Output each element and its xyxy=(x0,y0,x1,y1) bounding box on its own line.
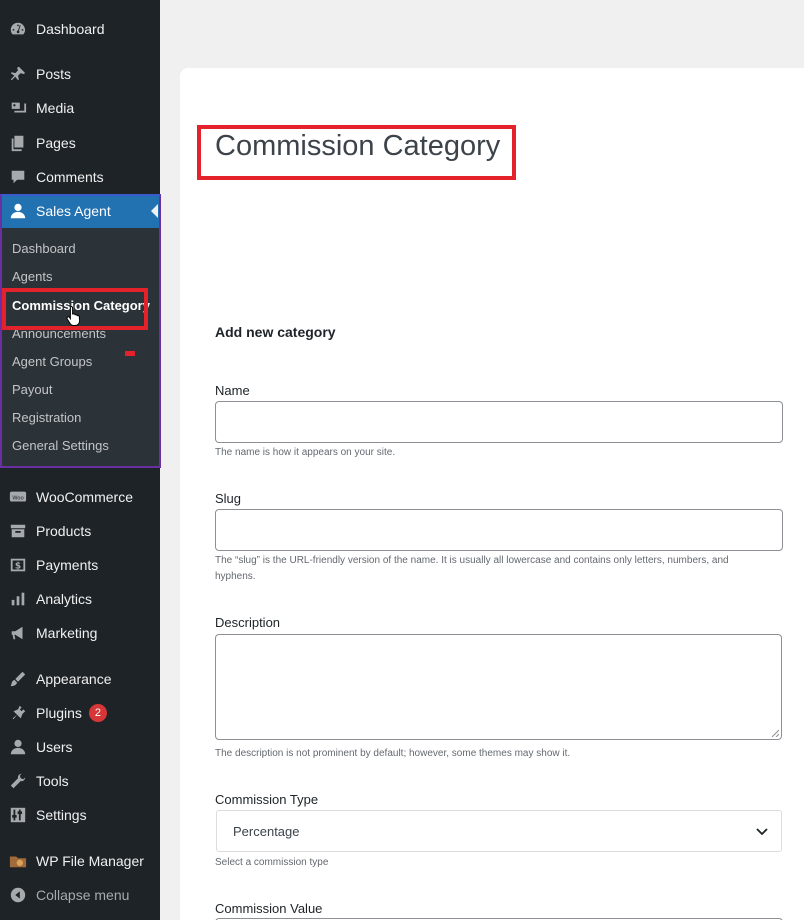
menu-media-label: Media xyxy=(36,100,75,116)
commission-value-label: Commission Value xyxy=(215,901,323,916)
menu-wp-file-manager[interactable]: WP File Manager xyxy=(0,844,160,878)
menu-users-label: Users xyxy=(36,739,73,755)
pages-icon xyxy=(0,134,36,152)
submenu-registration[interactable]: Registration xyxy=(12,410,81,425)
commission-type-label: Commission Type xyxy=(215,792,319,807)
wrench-icon xyxy=(0,772,36,790)
submenu-agent-groups[interactable]: Agent Groups xyxy=(12,354,92,369)
collapse-menu-label: Collapse menu xyxy=(36,887,130,903)
svg-text:$: $ xyxy=(15,562,21,572)
active-menu-arrow xyxy=(151,204,158,218)
menu-sales-agent[interactable]: Sales Agent xyxy=(0,194,160,228)
commission-type-selected-value: Percentage xyxy=(233,823,300,839)
submenu-agents[interactable]: Agents xyxy=(12,269,52,284)
submenu-payout[interactable]: Payout xyxy=(12,382,52,397)
menu-settings[interactable]: Settings xyxy=(0,798,160,832)
menu-woocommerce[interactable]: Woo WooCommerce xyxy=(0,480,160,514)
menu-plugins-label: Plugins xyxy=(36,705,82,721)
menu-tools[interactable]: Tools xyxy=(0,764,160,798)
description-hint: The description is not prominent by defa… xyxy=(215,748,571,759)
description-label: Description xyxy=(215,615,281,630)
menu-sales-agent-label: Sales Agent xyxy=(36,203,111,219)
menu-marketing-label: Marketing xyxy=(36,625,98,641)
menu-posts-label: Posts xyxy=(36,66,72,82)
menu-tools-label: Tools xyxy=(36,773,69,789)
submenu-dashboard[interactable]: Dashboard xyxy=(12,241,76,256)
slug-input[interactable] xyxy=(215,509,783,551)
add-new-category-heading: Add new category xyxy=(215,324,336,340)
menu-dashboard[interactable]: Dashboard xyxy=(0,12,160,46)
submenu-announcements[interactable]: Announcements xyxy=(12,326,106,341)
submenu-background xyxy=(0,228,160,468)
description-textarea[interactable] xyxy=(215,634,782,740)
menu-pages[interactable]: Pages xyxy=(0,126,160,160)
menu-settings-label: Settings xyxy=(36,807,87,823)
slug-hint: The “slug” is the URL-friendly version o… xyxy=(215,555,729,582)
dollar-icon: $ xyxy=(0,556,36,574)
menu-marketing[interactable]: Marketing xyxy=(0,616,160,650)
dashboard-icon xyxy=(0,20,36,38)
bar-chart-icon xyxy=(0,590,36,608)
megaphone-icon xyxy=(0,624,36,642)
title-annotation-highlight xyxy=(197,125,516,180)
user-icon xyxy=(0,202,36,220)
plugin-icon xyxy=(0,704,36,722)
file-manager-icon xyxy=(0,852,36,870)
commission-type-select[interactable]: Percentage xyxy=(216,810,782,852)
menu-comments-label: Comments xyxy=(36,169,104,185)
menu-media[interactable]: Media xyxy=(0,91,160,125)
archive-icon xyxy=(0,522,36,540)
name-hint: The name is how it appears on your site. xyxy=(215,447,396,458)
svg-text:Woo: Woo xyxy=(12,495,24,501)
commission-type-hint: Select a commission type xyxy=(215,857,329,868)
menu-appearance[interactable]: Appearance xyxy=(0,662,160,696)
media-icon xyxy=(0,99,36,117)
admin-sidebar: Dashboard Posts Media Pages Comments Sal… xyxy=(0,0,161,920)
submenu-general-settings[interactable]: General Settings xyxy=(12,438,109,453)
menu-analytics[interactable]: Analytics xyxy=(0,582,160,616)
menu-products[interactable]: Products xyxy=(0,514,160,548)
pin-icon xyxy=(0,65,36,83)
menu-appearance-label: Appearance xyxy=(36,671,112,687)
users-icon xyxy=(0,738,36,756)
name-input[interactable] xyxy=(215,401,783,443)
menu-wp-file-manager-label: WP File Manager xyxy=(36,853,144,869)
settings-icon xyxy=(0,806,36,824)
menu-pages-label: Pages xyxy=(36,135,76,151)
slug-label: Slug xyxy=(215,491,242,506)
menu-posts[interactable]: Posts xyxy=(0,57,160,91)
menu-payments-label: Payments xyxy=(36,557,99,573)
menu-woocommerce-label: WooCommerce xyxy=(36,489,133,505)
collapse-menu-button[interactable]: Collapse menu xyxy=(0,878,160,912)
plugins-update-badge: 2 xyxy=(88,704,107,722)
menu-dashboard-label: Dashboard xyxy=(36,21,105,37)
annotation-mark xyxy=(125,351,135,356)
brush-icon xyxy=(0,670,36,688)
menu-plugins[interactable]: Plugins 2 xyxy=(0,696,160,730)
woo-icon: Woo xyxy=(0,488,36,506)
menu-payments[interactable]: $ Payments xyxy=(0,548,160,582)
menu-products-label: Products xyxy=(36,523,92,539)
menu-analytics-label: Analytics xyxy=(36,591,93,607)
name-label: Name xyxy=(215,383,250,398)
collapse-icon xyxy=(0,886,36,904)
comment-icon xyxy=(0,168,36,186)
resize-handle-icon[interactable] xyxy=(771,729,779,737)
menu-comments[interactable]: Comments xyxy=(0,160,160,194)
chevron-down-icon xyxy=(756,828,768,836)
hand-cursor-icon xyxy=(66,305,81,326)
menu-users[interactable]: Users xyxy=(0,730,160,764)
